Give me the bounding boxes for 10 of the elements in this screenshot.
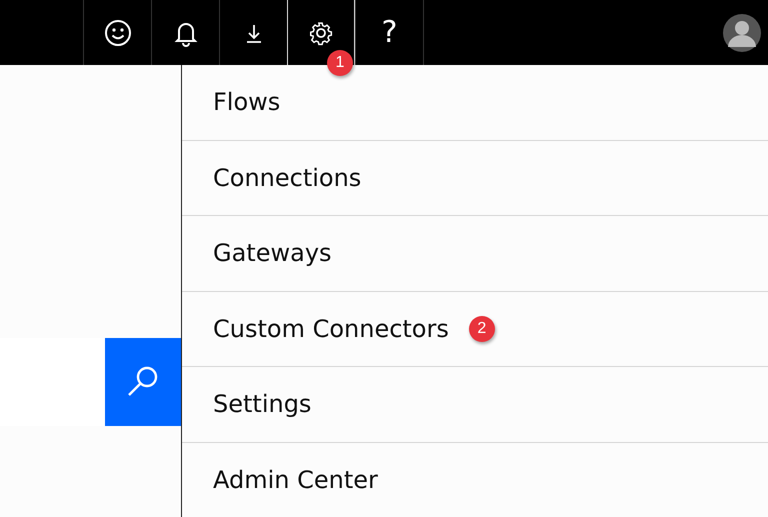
avatar-icon bbox=[722, 12, 762, 52]
smiley-icon bbox=[104, 18, 132, 46]
settings-button[interactable] bbox=[287, 0, 355, 65]
menu-item[interactable]: Admin Center bbox=[182, 442, 768, 517]
menu-item[interactable]: Settings bbox=[182, 367, 768, 442]
menu-item[interactable]: Gateways bbox=[182, 216, 768, 292]
search-button[interactable] bbox=[105, 338, 181, 426]
step-number-badge: 2 bbox=[468, 316, 495, 342]
menu-item[interactable]: Custom Connectors 2 bbox=[182, 292, 768, 367]
menu-item[interactable]: Connections bbox=[182, 140, 768, 216]
